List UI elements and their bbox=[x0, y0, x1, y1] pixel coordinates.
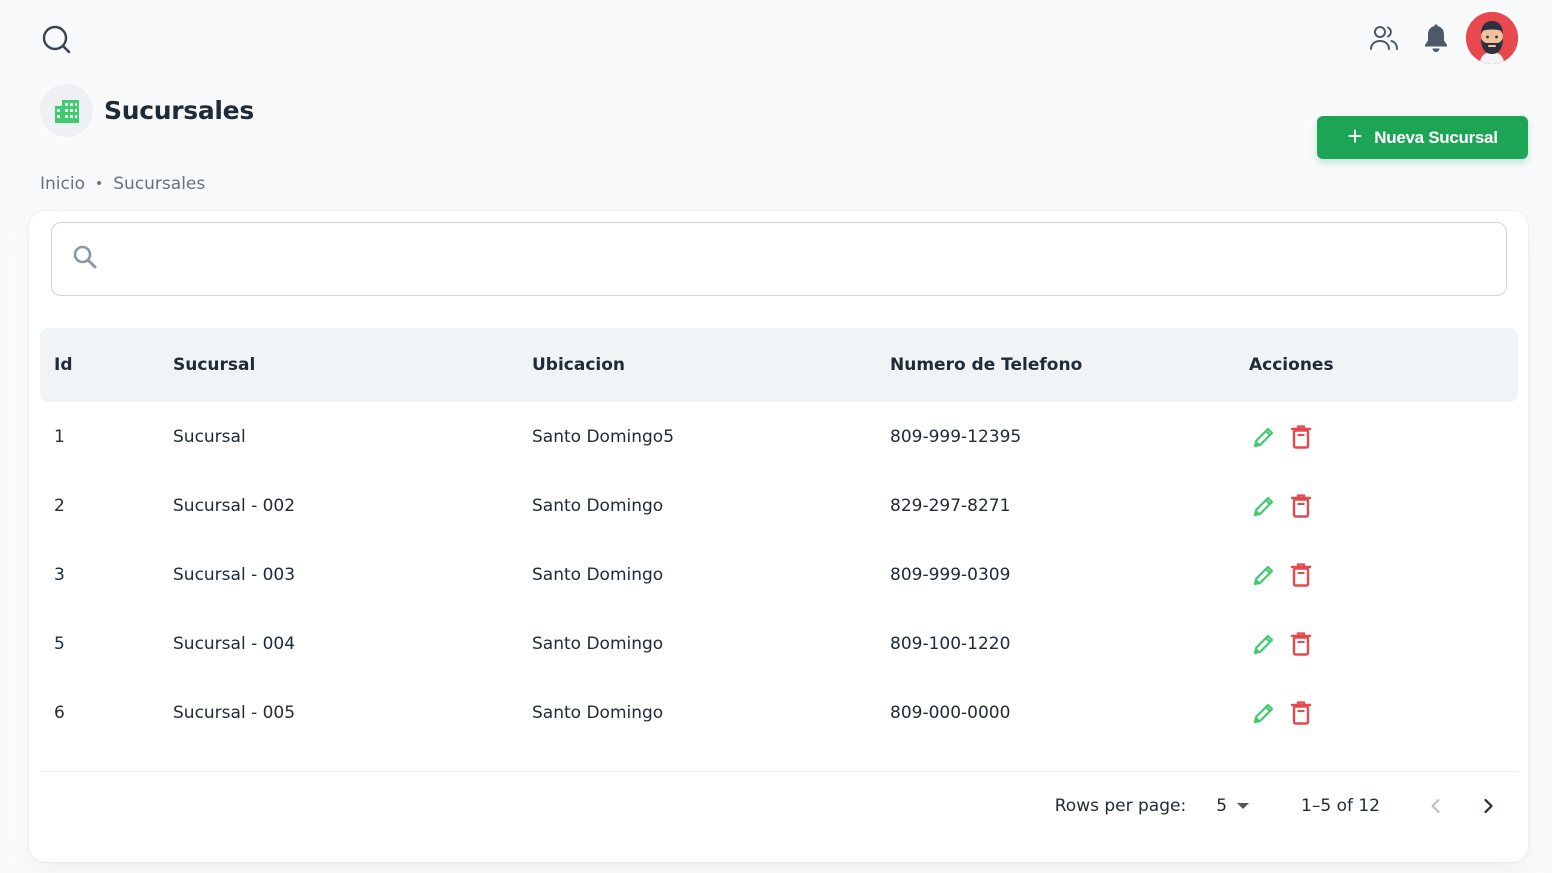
cell-id: 1 bbox=[54, 426, 65, 447]
page-header: Sucursales bbox=[40, 84, 254, 137]
table-row: 3 Sucursal - 003 Santo Domingo 809-999-0309 bbox=[40, 540, 1518, 609]
rows-per-page-label: Rows per page: bbox=[1054, 796, 1187, 816]
pencil-icon bbox=[1253, 427, 1274, 447]
rows-per-page-value: 5 bbox=[1216, 796, 1228, 816]
row-actions bbox=[1249, 560, 1316, 590]
edit-button[interactable] bbox=[1249, 698, 1279, 728]
chevron-left-icon bbox=[1431, 799, 1440, 813]
users-icon[interactable] bbox=[1364, 18, 1404, 58]
column-header-id: Id bbox=[54, 355, 73, 375]
cell-telefono: 809-000-0000 bbox=[890, 702, 1011, 723]
previous-page-button[interactable] bbox=[1416, 786, 1456, 826]
delete-button[interactable] bbox=[1286, 629, 1316, 659]
delete-button[interactable] bbox=[1286, 422, 1316, 452]
search-icon[interactable] bbox=[40, 24, 72, 56]
trash-icon bbox=[1290, 700, 1312, 725]
topbar-actions bbox=[1364, 12, 1518, 64]
cell-id: 6 bbox=[54, 702, 65, 723]
cell-sucursal: Sucursal - 005 bbox=[173, 702, 296, 723]
cell-telefono: 809-100-1220 bbox=[890, 633, 1011, 654]
breadcrumb-separator: • bbox=[94, 176, 104, 192]
cell-id: 2 bbox=[54, 495, 65, 516]
next-page-button[interactable] bbox=[1468, 786, 1508, 826]
page-title: Sucursales bbox=[104, 96, 254, 125]
pagination: Rows per page: 5 1–5 of 12 bbox=[1055, 786, 1508, 826]
cell-sucursal: Sucursal - 002 bbox=[173, 495, 296, 516]
column-header-acciones: Acciones bbox=[1249, 355, 1334, 375]
caret-down-icon bbox=[1237, 803, 1250, 809]
row-actions bbox=[1249, 629, 1316, 659]
pagination-range: 1–5 of 12 bbox=[1301, 796, 1380, 816]
cell-sucursal: Sucursal - 004 bbox=[173, 633, 296, 654]
delete-button[interactable] bbox=[1286, 491, 1316, 521]
delete-button[interactable] bbox=[1286, 698, 1316, 728]
building-icon bbox=[40, 84, 93, 137]
new-branch-button-label: Nueva Sucursal bbox=[1374, 127, 1498, 147]
bell-icon[interactable] bbox=[1416, 18, 1456, 58]
cell-id: 3 bbox=[54, 564, 65, 585]
cell-telefono: 809-999-12395 bbox=[890, 426, 1022, 447]
table-row: 1 Sucursal Santo Domingo5 809-999-12395 bbox=[40, 402, 1518, 471]
plus-icon: + bbox=[1347, 120, 1363, 151]
trash-icon bbox=[1290, 493, 1312, 518]
chevron-right-icon bbox=[1484, 798, 1493, 814]
table-header: Id Sucursal Ubicacion Numero de Telefono… bbox=[40, 328, 1518, 402]
branches-card: Id Sucursal Ubicacion Numero de Telefono… bbox=[29, 211, 1528, 862]
cell-telefono: 829-297-8271 bbox=[890, 495, 1011, 516]
pencil-icon bbox=[1253, 496, 1274, 516]
edit-button[interactable] bbox=[1249, 422, 1279, 452]
trash-icon bbox=[1290, 562, 1312, 587]
cell-sucursal: Sucursal - 003 bbox=[173, 564, 296, 585]
cell-ubicacion: Santo Domingo5 bbox=[532, 426, 675, 447]
cell-id: 5 bbox=[54, 633, 65, 654]
column-header-sucursal: Sucursal bbox=[173, 355, 256, 375]
cell-ubicacion: Santo Domingo bbox=[532, 633, 664, 654]
edit-button[interactable] bbox=[1249, 491, 1279, 521]
search-field[interactable] bbox=[51, 222, 1507, 296]
avatar[interactable] bbox=[1466, 12, 1518, 64]
pencil-icon bbox=[1253, 634, 1274, 654]
table-row: 5 Sucursal - 004 Santo Domingo 809-100-1220 bbox=[40, 609, 1518, 678]
edit-button[interactable] bbox=[1249, 560, 1279, 590]
edit-button[interactable] bbox=[1249, 629, 1279, 659]
delete-button[interactable] bbox=[1286, 560, 1316, 590]
trash-icon bbox=[1290, 424, 1312, 449]
column-header-ubicacion: Ubicacion bbox=[532, 355, 626, 375]
table-divider bbox=[40, 771, 1518, 772]
pencil-icon bbox=[1253, 565, 1274, 585]
cell-telefono: 809-999-0309 bbox=[890, 564, 1011, 585]
cell-ubicacion: Santo Domingo bbox=[532, 702, 664, 723]
rows-per-page-select[interactable]: 5 bbox=[1216, 796, 1250, 816]
cell-ubicacion: Santo Domingo bbox=[532, 495, 664, 516]
column-header-telefono: Numero de Telefono bbox=[890, 355, 1083, 375]
table-row: 6 Sucursal - 005 Santo Domingo 809-000-0000 bbox=[40, 678, 1518, 747]
trash-icon bbox=[1290, 631, 1312, 656]
search-icon bbox=[72, 244, 98, 274]
row-actions bbox=[1249, 422, 1316, 452]
breadcrumb-current: Sucursales bbox=[113, 174, 206, 194]
table-row: 2 Sucursal - 002 Santo Domingo 829-297-8271 bbox=[40, 471, 1518, 540]
cell-ubicacion: Santo Domingo bbox=[532, 564, 664, 585]
pencil-icon bbox=[1253, 703, 1274, 723]
cell-sucursal: Sucursal bbox=[173, 426, 246, 447]
row-actions bbox=[1249, 698, 1316, 728]
new-branch-button[interactable]: + Nueva Sucursal bbox=[1317, 116, 1528, 159]
breadcrumb: Inicio • Sucursales bbox=[40, 174, 205, 194]
breadcrumb-home[interactable]: Inicio bbox=[40, 174, 85, 194]
row-actions bbox=[1249, 491, 1316, 521]
search-input[interactable] bbox=[110, 223, 1506, 295]
